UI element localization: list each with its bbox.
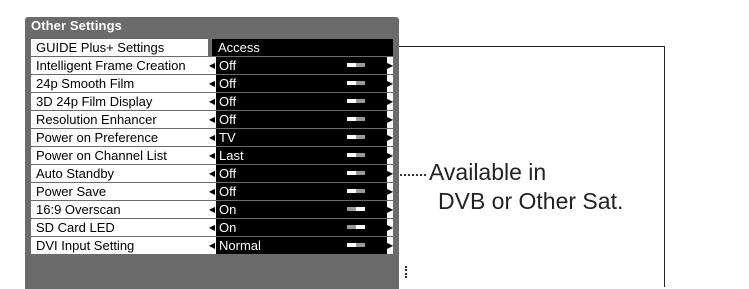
right-arrow-icon[interactable]: ▶ [387, 57, 393, 74]
availability-note: Available in DVB or Other Sat. [429, 158, 623, 216]
callout-dotted-leader [400, 174, 426, 176]
option-position-indicator-icon [347, 207, 365, 211]
menu-row[interactable]: 24p Smooth Film ◀ Off ▶ [31, 75, 393, 92]
left-arrow-icon[interactable]: ◀ [208, 201, 216, 218]
right-arrow-icon[interactable]: ▶ [387, 165, 393, 182]
menu-row-label: Resolution Enhancer [31, 111, 208, 128]
menu-row-value[interactable]: Off [216, 165, 387, 182]
left-arrow-icon[interactable]: ◀ [208, 93, 216, 110]
menu-row-value[interactable]: Normal [216, 237, 387, 254]
right-arrow-icon[interactable]: ▶ [387, 237, 393, 254]
option-position-indicator-icon [347, 135, 365, 139]
menu-row[interactable]: SD Card LED ◀ On ▶ [31, 219, 393, 236]
menu-row[interactable]: 3D 24p Film Display ◀ Off ▶ [31, 93, 393, 110]
menu-row[interactable]: Auto Standby ◀ Off ▶ [31, 165, 393, 182]
menu-row[interactable]: Power on Preference ◀ TV ▶ [31, 129, 393, 146]
callout-top-line [399, 46, 665, 47]
right-arrow-icon[interactable]: ▶ [387, 219, 393, 236]
left-arrow-icon[interactable]: ◀ [208, 57, 216, 74]
menu-row-label: Auto Standby [31, 165, 208, 182]
menu-row-label: DVI Input Setting [31, 237, 208, 254]
menu-row-label: SD Card LED [31, 219, 208, 236]
option-position-indicator-icon [347, 153, 365, 157]
left-arrow-icon[interactable]: ◀ [208, 129, 216, 146]
option-position-indicator-icon [347, 117, 365, 121]
menu-row-label: GUIDE Plus+ Settings [31, 39, 208, 56]
right-arrow-icon[interactable]: ▶ [387, 129, 393, 146]
option-position-indicator-icon [347, 171, 365, 175]
left-arrow-icon[interactable]: ◀ [208, 165, 216, 182]
menu-row-value[interactable]: Off [216, 93, 387, 110]
option-position-indicator-icon [347, 63, 365, 67]
option-position-indicator-icon [347, 81, 365, 85]
menu-row-value[interactable]: Last [216, 147, 387, 164]
menu-row[interactable]: Power Save ◀ Off ▶ [31, 183, 393, 200]
menu-row-label: 24p Smooth Film [31, 75, 208, 92]
option-position-indicator-icon [347, 225, 365, 229]
menu-row-label: 3D 24p Film Display [31, 93, 208, 110]
left-arrow-icon[interactable]: ◀ [208, 75, 216, 92]
menu-row-value[interactable]: On [216, 201, 387, 218]
right-arrow-icon[interactable]: ▶ [387, 93, 393, 110]
right-arrow-icon[interactable]: ▶ [387, 201, 393, 218]
availability-note-line1: Available in [429, 159, 547, 185]
menu-row[interactable]: Resolution Enhancer ◀ Off ▶ [31, 111, 393, 128]
menu-row-label: Intelligent Frame Creation [31, 57, 208, 74]
option-position-indicator-icon [347, 99, 365, 103]
menu-row-label: Power Save [31, 183, 208, 200]
menu-row-value[interactable]: Off [216, 183, 387, 200]
menu-row-value[interactable]: On [216, 219, 387, 236]
menu-row-value[interactable]: Off [216, 57, 387, 74]
availability-note-line2: DVB or Other Sat. [438, 188, 624, 214]
menu-row[interactable]: Power on Channel List ◀ Last ▶ [31, 147, 393, 164]
callout-right-line [664, 46, 665, 287]
left-arrow-icon[interactable]: ◀ [208, 219, 216, 236]
right-arrow-icon[interactable]: ▶ [387, 75, 393, 92]
menu-row[interactable]: Intelligent Frame Creation ◀ Off ▶ [31, 57, 393, 74]
right-arrow-icon[interactable]: ▶ [387, 147, 393, 164]
menu-row[interactable]: GUIDE Plus+ Settings◀Access▶ [31, 39, 393, 56]
callout-dotted-vertical [405, 266, 410, 278]
menu-row[interactable]: 16:9 Overscan ◀ On ▶ [31, 201, 393, 218]
menu-row-label: Power on Preference [31, 129, 208, 146]
left-arrow-icon[interactable]: ◀ [208, 183, 216, 200]
menu-title: Other Settings [31, 18, 122, 33]
right-arrow-icon[interactable]: ▶ [387, 183, 393, 200]
left-arrow-icon[interactable]: ◀ [208, 111, 216, 128]
left-arrow-icon[interactable]: ◀ [208, 237, 216, 254]
right-arrow-icon[interactable]: ▶ [387, 111, 393, 128]
option-position-indicator-icon [347, 189, 365, 193]
menu-row-value[interactable]: Access [212, 39, 393, 56]
menu-row-value[interactable]: TV [216, 129, 387, 146]
left-arrow-icon[interactable]: ◀ [208, 147, 216, 164]
other-settings-menu: Other Settings GUIDE Plus+ Settings◀Acce… [25, 17, 399, 289]
menu-row-value[interactable]: Off [216, 75, 387, 92]
option-position-indicator-icon [347, 243, 365, 247]
menu-row-label: Power on Channel List [31, 147, 208, 164]
menu-row-label: 16:9 Overscan [31, 201, 208, 218]
menu-row-value[interactable]: Off [216, 111, 387, 128]
menu-row[interactable]: DVI Input Setting ◀ Normal ▶ [31, 237, 393, 254]
page-top-border [0, 0, 749, 1]
